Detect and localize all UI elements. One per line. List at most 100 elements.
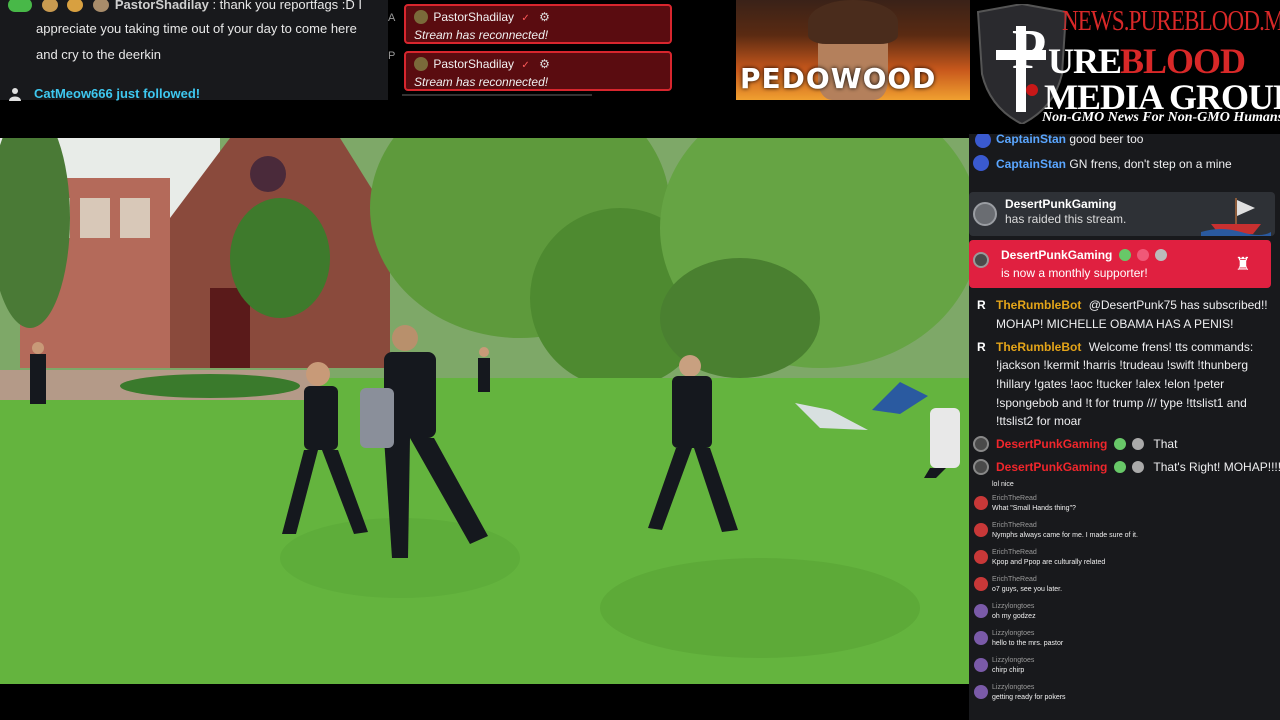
badge-icon <box>1113 461 1126 473</box>
chat-message: GN frens, don't step on a mine <box>1069 157 1232 171</box>
chat-username: TheRumbleBot <box>996 298 1082 312</box>
chat-username: ErichTheRead <box>992 522 1037 529</box>
chat-message: What "Small Hands thing"? <box>992 505 1076 512</box>
follow-alert: CatMeow666 just followed! <box>8 84 200 104</box>
rumble-icon: R <box>977 340 986 354</box>
avatar <box>414 57 428 71</box>
chat-message: hello to the mrs. pastor <box>992 640 1064 647</box>
chat-message: oh my godzez <box>992 613 1036 620</box>
avatar <box>973 436 989 452</box>
chat-message: !ttslist2 for moar <box>996 414 1082 428</box>
chat-message: That's Right! MOHAP!!!! <box>1153 460 1280 474</box>
gear-icon[interactable]: ⚙ <box>539 57 550 71</box>
chat-message: Welcome frens! tts commands: <box>1088 340 1254 354</box>
letterbox-bar <box>0 684 969 720</box>
alert-username: PastorShadilay <box>433 57 515 71</box>
follow-icon <box>8 87 22 101</box>
video-player[interactable] <box>0 138 969 684</box>
badge-icon <box>41 0 58 12</box>
raid-username: DesertPunkGaming <box>1005 197 1117 211</box>
chat-username: ErichTheRead <box>992 549 1037 556</box>
avatar <box>975 134 991 148</box>
video-frame <box>0 138 969 684</box>
alert-username: PastorShadilay <box>433 10 515 24</box>
supporter-name: DesertPunkGaming <box>1001 248 1113 262</box>
alert-message: Stream has reconnected! <box>414 75 549 89</box>
chat-username: ErichTheRead <box>992 495 1037 502</box>
chat-message: Nymphs always came for me. I made sure o… <box>992 532 1138 539</box>
badge-icon <box>1137 249 1150 261</box>
avatar <box>974 685 988 699</box>
badge-icon <box>1155 249 1168 261</box>
badge-icon <box>67 0 84 12</box>
chat-username: CaptainStan <box>996 157 1067 171</box>
avatar <box>414 10 428 24</box>
divider <box>402 94 592 96</box>
follow-text: CatMeow666 just followed! <box>34 86 201 101</box>
avatar <box>973 202 997 226</box>
chat-message: getting ready for pokers <box>992 694 1066 701</box>
thumbnail-hair <box>808 0 898 44</box>
alert-message: Stream has reconnected! <box>414 28 549 42</box>
chat-message: : thank you reportfags :D I <box>212 0 363 12</box>
supporter-username: DesertPunkGaming <box>1001 248 1168 262</box>
brand-initial: P <box>1012 19 1046 81</box>
badge-icon <box>1132 461 1145 473</box>
badge-icon <box>1113 438 1126 450</box>
gear-icon[interactable]: ⚙ <box>539 10 550 24</box>
chat-username: TheRumbleBot <box>996 340 1082 354</box>
avatar <box>974 523 988 537</box>
small-chat-cut: lol nice <box>969 480 1280 488</box>
avatar <box>974 496 988 510</box>
brand-logo: NEWS.PUREBLOOD.MEDIA P URE BLOOD MEDIA G… <box>970 0 1280 134</box>
reconnect-alert: PastorShadilay ✓ ⚙ Stream has reconnecte… <box>404 51 672 91</box>
chat-username: DesertPunkGaming <box>996 437 1108 451</box>
verified-icon: ✓ <box>521 60 530 71</box>
verified-icon: ✓ <box>521 13 530 24</box>
cut-letter: P <box>388 50 396 62</box>
chat-panel[interactable]: CaptainStan good beer too CaptainStan GN… <box>969 134 1280 720</box>
alerts-panel: PastorShadilay ✓ ⚙ Stream has reconnecte… <box>402 0 732 100</box>
avatar <box>973 459 989 475</box>
chat-message: and cry to the deerkin <box>36 47 162 62</box>
supporter-alert: DesertPunkGaming is now a monthly suppor… <box>969 240 1271 288</box>
reconnect-alert: PastorShadilay ✓ ⚙ Stream has reconnecte… <box>404 4 672 44</box>
avatar <box>974 550 988 564</box>
avatar <box>974 577 988 591</box>
top-chat-overlay: PastorShadilay : thank you reportfags :D… <box>0 0 388 101</box>
chat-username: ErichTheRead <box>992 576 1037 583</box>
avatar <box>974 604 988 618</box>
chat-message: appreciate you taking time out of your d… <box>36 21 357 36</box>
chat-username: Lizzylongtoes <box>992 684 1035 691</box>
rook-icon: ♜ <box>1234 254 1251 274</box>
cut-letter: A <box>388 12 396 24</box>
badge-icon <box>1118 249 1131 261</box>
chat-message: lol nice <box>992 481 1014 488</box>
ship-icon <box>1201 198 1271 236</box>
badge-icon <box>1132 438 1145 450</box>
chat-message: Kpop and Ppop are culturally related <box>992 559 1106 566</box>
chat-username: CaptainStan <box>996 134 1067 146</box>
chat-message: !jackson !kermit !harris !trudeau !swift… <box>996 358 1249 372</box>
avatar <box>974 658 988 672</box>
side-divider: A P <box>388 0 402 100</box>
chat-message: o7 guys, see you later. <box>992 586 1063 593</box>
avatar <box>92 0 109 12</box>
chat-username: DesertPunkGaming <box>996 460 1108 474</box>
chat-message: good beer too <box>1069 134 1144 146</box>
avatar <box>974 631 988 645</box>
chat-message: !spongebob and !t for trump /// type !tt… <box>996 396 1247 410</box>
brand-url: NEWS.PUREBLOOD.MEDIA <box>1062 6 1280 37</box>
chat-message: chirp chirp <box>992 667 1025 674</box>
chat-username: PastorShadilay <box>114 0 209 12</box>
badge-icon <box>8 0 32 12</box>
raid-alert: DesertPunkGaming has raided this stream. <box>969 192 1275 236</box>
raid-message: has raided this stream. <box>1005 212 1127 226</box>
chat-message: That <box>1153 437 1178 451</box>
video-thumbnail[interactable]: PEDOWOOD <box>736 0 970 100</box>
brand-tagline: Non-GMO News For Non-GMO Humans <box>1042 110 1280 125</box>
avatar <box>973 252 989 268</box>
avatar <box>973 155 989 171</box>
chat-message: @DesertPunk75 has subscribed!! <box>1088 298 1268 312</box>
supporter-message: is now a monthly supporter! <box>1001 266 1148 280</box>
